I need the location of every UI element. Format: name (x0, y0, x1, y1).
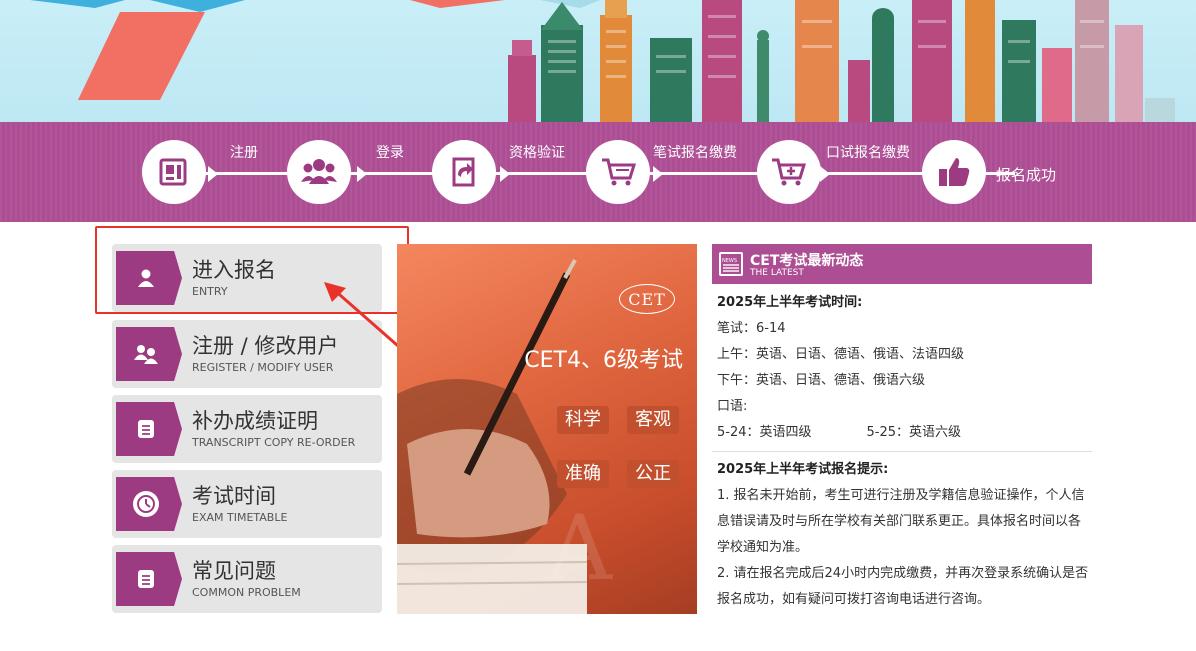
step-arrow (357, 166, 367, 182)
clock-icon (133, 491, 159, 517)
menu-transcript-title: 补办成绩证明 (192, 409, 318, 433)
news-icon: NEWS (719, 252, 743, 276)
news-section-heading: 2025年上半年考试报名提示: (717, 462, 889, 477)
step-register (142, 140, 206, 204)
step-oral-payment (757, 140, 821, 204)
step-verify (432, 140, 496, 204)
step-label-written-payment: 笔试报名缴费 (653, 145, 737, 161)
news-header: NEWS CET考试最新动态 THE LATEST (712, 244, 1092, 284)
menu-faq-badge (116, 552, 182, 606)
menu-common-problem[interactable]: 常见问题 COMMON PROBLEM (112, 545, 382, 613)
news-section-heading: 2025年上半年考试时间: (717, 295, 863, 310)
step-login (287, 140, 351, 204)
step-success (922, 140, 986, 204)
verify-arrow-icon (452, 157, 475, 187)
news-line-oral-dates: 5-24：英语四级 5-25：英语六级 (712, 420, 1092, 446)
step-arrow (208, 166, 218, 182)
menu-timetable-badge (116, 477, 182, 531)
menu-register-title: 注册 / 修改用户 (192, 334, 339, 358)
news-line-afternoon: 下午：英语、日语、德语、俄语六级 (717, 373, 926, 388)
oral-date-cet6: 5-25：英语六级 (866, 425, 962, 440)
document-icon (133, 416, 159, 442)
news-divider (712, 451, 1092, 452)
menu-faq-title: 常见问题 (192, 559, 276, 583)
menu-exam-timetable[interactable]: 考试时间 EXAM TIMETABLE (112, 470, 382, 538)
step-arrow (820, 166, 830, 182)
step-written-payment (586, 140, 650, 204)
news-panel: NEWS CET考试最新动态 THE LATEST 2025年上半年考试时间: … (712, 244, 1092, 613)
banner-tag: 公正 (627, 460, 679, 488)
menu-transcript-badge (116, 402, 182, 456)
menu-faq-subtitle: COMMON PROBLEM (192, 586, 301, 599)
users-group-icon (301, 159, 337, 184)
news-tip: 1. 报名未开始前，考生可进行注册及学籍信息验证操作，个人信息错误请及时与所在学… (717, 488, 1085, 555)
menu-timetable-title: 考试时间 (192, 484, 276, 508)
menu-register-badge (116, 327, 182, 381)
svg-text:NEWS: NEWS (722, 258, 737, 264)
cart-plus-icon (772, 158, 807, 186)
news-line-oral: 口语: (717, 399, 748, 414)
faq-document-icon (133, 566, 159, 592)
step-arrow (653, 166, 663, 182)
registration-steps-bar: 注册 登录 资格验证 笔试报名缴费 口试报名缴费 报名成功 (0, 122, 1196, 222)
banner-tag: 客观 (627, 406, 679, 434)
menu-register-subtitle: REGISTER / MODIFY USER (192, 361, 334, 374)
step-label-oral-payment: 口试报名缴费 (826, 145, 910, 161)
menu-timetable-subtitle: EXAM TIMETABLE (192, 511, 288, 524)
header-skyline-banner (0, 0, 1196, 122)
news-title: CET考试最新动态 (750, 253, 864, 269)
step-label-success: 报名成功 (996, 166, 1057, 184)
register-card-icon (159, 158, 187, 186)
step-arrow (500, 166, 510, 182)
step-label-login: 登录 (376, 145, 404, 161)
oral-date-cet4: 5-24：英语四级 (717, 425, 812, 440)
news-subtitle: THE LATEST (750, 268, 804, 278)
step-label-register: 注册 (230, 145, 258, 161)
users-icon (133, 341, 159, 367)
news-line-written: 笔试：6-14 (717, 321, 786, 336)
thumbs-up-icon (939, 158, 970, 186)
banner-tag: 科学 (557, 406, 609, 434)
banner-title: CET4、6级考试 (524, 348, 683, 373)
news-line-morning: 上午：英语、日语、德语、俄语、法语四级 (717, 347, 965, 362)
step-label-verify: 资格验证 (509, 145, 565, 161)
cet-logo: CET (619, 284, 675, 314)
skyline-illustration (30, 0, 1175, 122)
news-tip: 2. 请在报名完成后24小时内完成缴费，并再次登录系统确认是否报名成功，如有疑问… (717, 566, 1089, 607)
banner-tag: 准确 (557, 460, 609, 488)
cart-icon (602, 158, 636, 186)
cet-promo-banner: A CET CET4、6级考试 科学 客观 准确 公正 (397, 244, 697, 614)
svg-text:A: A (546, 496, 613, 601)
